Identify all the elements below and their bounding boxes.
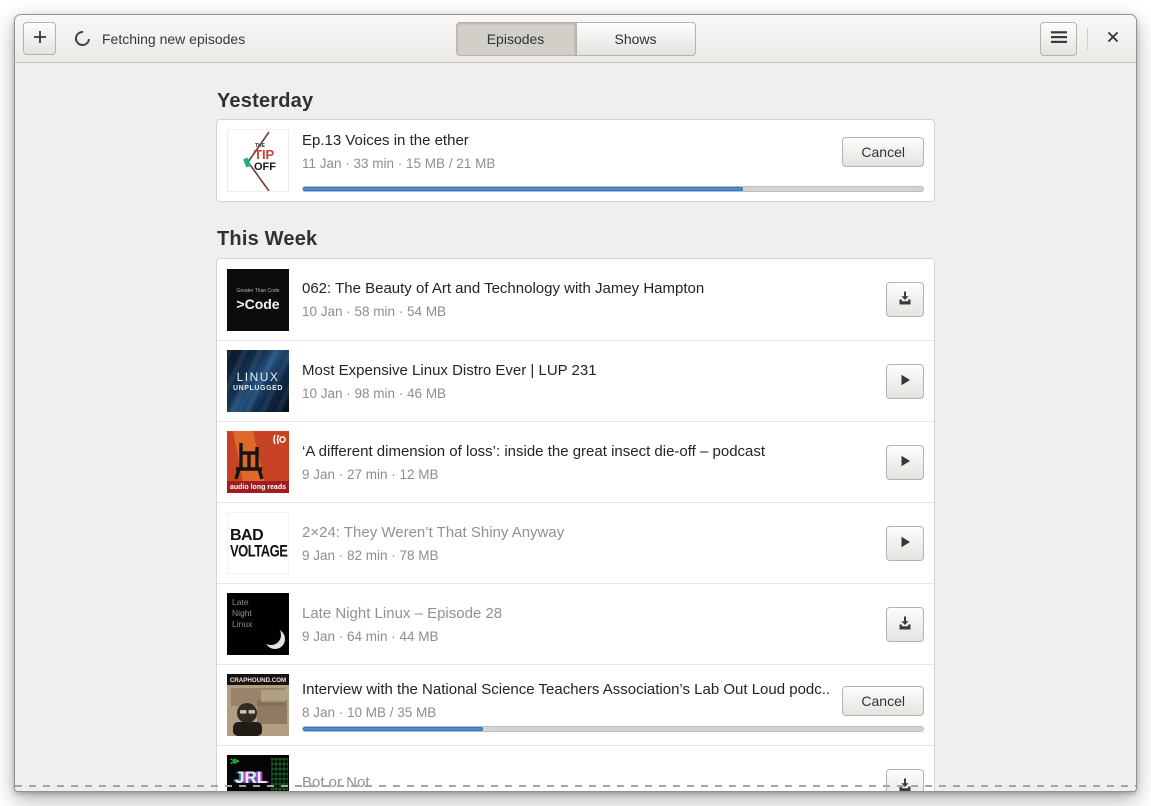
episode-metadata: 10 Jan · 58 min · 54 MB	[302, 304, 447, 319]
episode-row-audio-long-reads[interactable]: audio long reads ‘A different dimension …	[217, 421, 934, 502]
download-progressbar	[302, 726, 924, 732]
play-button[interactable]	[886, 444, 924, 480]
play-icon	[897, 372, 913, 391]
episode-metadata: 9 Jan · 82 min · 78 MB	[302, 547, 439, 563]
loading-spinner-icon	[71, 27, 94, 50]
episode-title: Interview with the National Science Teac…	[302, 681, 831, 698]
close-icon	[1106, 30, 1120, 47]
guardian-mark-icon	[273, 434, 286, 445]
cancel-download-button[interactable]: Cancel	[842, 136, 924, 167]
podcast-artwork-bad-voltage: BAD VOLTAGE	[227, 512, 289, 574]
headerbar: Fetching new episodes Episodes Shows	[15, 15, 1136, 63]
podcast-artwork-linux-unplugged: LINUX UNPLUGGED	[227, 350, 289, 412]
episode-title: Bot or Not	[302, 774, 370, 791]
episode-title: 062: The Beauty of Art and Technology wi…	[302, 280, 705, 297]
status-text: Fetching new episodes	[102, 30, 246, 47]
this-week-list: Greater Than Code >Code 062: The Beauty …	[216, 258, 935, 791]
download-button[interactable]	[886, 606, 924, 642]
svg-text:CRAPHOUND.COM: CRAPHOUND.COM	[230, 677, 286, 684]
download-icon	[897, 615, 913, 634]
episode-row-late-night-linux[interactable]: Late Night Linux Late Night Linux – Epis…	[217, 583, 934, 664]
crescent-moon-icon	[261, 625, 285, 649]
download-icon	[897, 290, 913, 309]
episode-title: Ep.13 Voices in the ether	[302, 132, 469, 149]
section-heading-yesterday: Yesterday	[217, 90, 314, 112]
cancel-download-button[interactable]: Cancel	[842, 685, 924, 716]
header-separator	[1087, 27, 1088, 50]
scroll-undershoot-indicator	[15, 785, 1136, 787]
episode-row-craphound[interactable]: CRAPHOUND.COM Interview with the Nationa…	[217, 664, 934, 745]
download-progressbar	[302, 186, 924, 192]
header-right-controls	[1040, 21, 1128, 56]
episodes-view[interactable]: Yesterday THE TIP OFF Ep.13 Voices in th…	[15, 63, 1136, 791]
close-window-button[interactable]	[1098, 24, 1128, 54]
episode-title: ‘A different dimension of loss’: inside …	[302, 442, 766, 460]
episode-title: Late Night Linux – Episode 28	[302, 604, 503, 622]
section-heading-this-week: This Week	[217, 228, 318, 250]
add-podcast-button[interactable]	[23, 22, 56, 55]
episode-row-tipoff[interactable]: THE TIP OFF Ep.13 Voices in the ether 11…	[216, 119, 935, 202]
tab-shows[interactable]: Shows	[575, 22, 696, 56]
episode-metadata: 8 Jan · 10 MB / 35 MB	[302, 705, 437, 720]
episode-row-bad-voltage[interactable]: BAD VOLTAGE 2×24: They Weren’t That Shin…	[217, 502, 934, 583]
podcast-artwork-the-tip-off: THE TIP OFF	[227, 129, 289, 192]
download-button[interactable]	[886, 768, 924, 791]
play-icon	[897, 453, 913, 472]
download-icon	[897, 777, 913, 791]
view-switcher: Episodes Shows	[455, 22, 696, 56]
play-icon	[897, 534, 913, 553]
download-button[interactable]	[886, 282, 924, 317]
play-button[interactable]	[886, 525, 924, 561]
episode-title: 2×24: They Weren’t That Shiny Anyway	[302, 523, 565, 541]
episode-metadata: 9 Jan · 27 min · 12 MB	[302, 466, 439, 482]
episode-row-code[interactable]: Greater Than Code >Code 062: The Beauty …	[217, 259, 934, 340]
episode-row-lup[interactable]: LINUX UNPLUGGED Most Expensive Linux Dis…	[217, 340, 934, 421]
episode-metadata: 9 Jan · 64 min · 44 MB	[302, 628, 439, 644]
hamburger-menu-icon	[1050, 30, 1067, 47]
plus-icon	[33, 30, 47, 47]
menu-button[interactable]	[1040, 21, 1077, 56]
podcast-artwork-greater-than-code: Greater Than Code >Code	[227, 268, 289, 331]
podcast-artwork-craphound: CRAPHOUND.COM	[227, 674, 289, 736]
app-window: Fetching new episodes Episodes Shows Yes…	[14, 14, 1137, 792]
tab-episodes[interactable]: Episodes	[455, 22, 576, 56]
episode-title: Most Expensive Linux Distro Ever | LUP 2…	[302, 361, 597, 379]
podcast-artwork-audio-long-reads: audio long reads	[227, 431, 289, 493]
podcast-artwork-late-night-linux: Late Night Linux	[227, 593, 289, 655]
episode-metadata: 10 Jan · 98 min · 46 MB	[302, 385, 447, 401]
play-button[interactable]	[886, 363, 924, 399]
episode-metadata: 11 Jan · 33 min · 15 MB / 21 MB	[302, 156, 496, 171]
